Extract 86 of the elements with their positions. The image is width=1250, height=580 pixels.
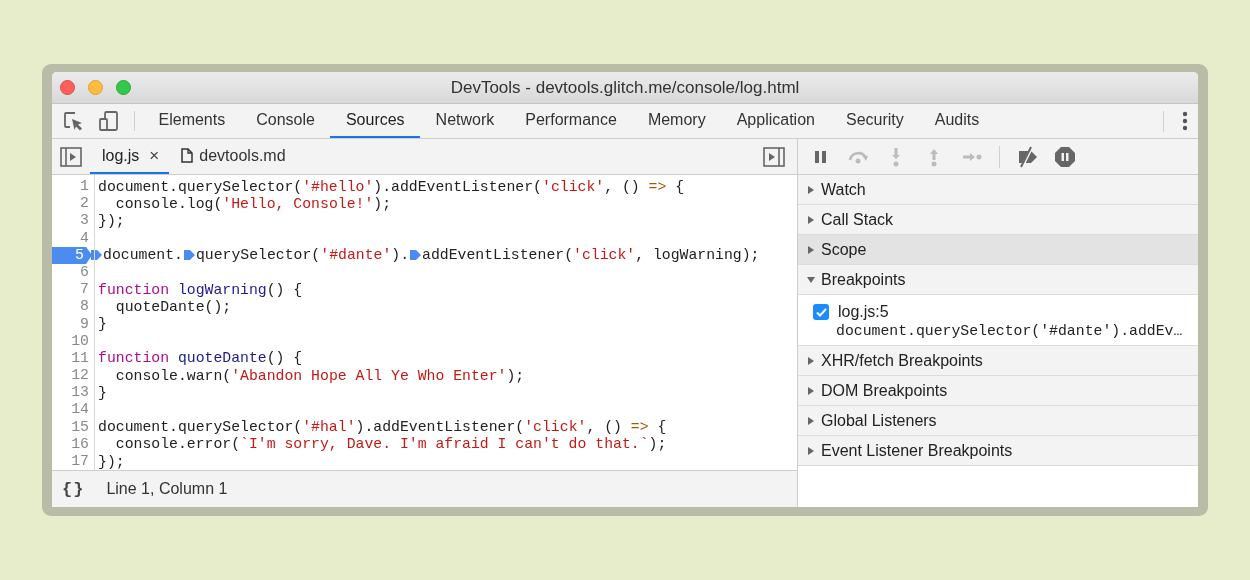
- file-tab-label: devtools.md: [199, 146, 286, 165]
- sidebar-section-header[interactable]: XHR/fetch Breakpoints: [798, 346, 1198, 376]
- line-number[interactable]: 4: [52, 229, 94, 247]
- breakpoint-code: document.querySelector('#dante').addEv…: [836, 323, 1184, 339]
- line-number[interactable]: 12: [52, 367, 94, 385]
- file-tab[interactable]: log.js ×: [90, 139, 170, 174]
- file-icon: [181, 148, 194, 163]
- debugger-toggle-icon[interactable]: [763, 146, 785, 167]
- line-number[interactable]: 10: [52, 332, 94, 350]
- sidebar-section-header[interactable]: Call Stack: [798, 205, 1198, 235]
- line-number[interactable]: 14: [52, 401, 94, 419]
- expand-triangle-icon[interactable]: [807, 185, 815, 194]
- section-title: XHR/fetch Breakpoints: [821, 351, 983, 370]
- section-title: Global Listeners: [821, 411, 937, 430]
- expand-triangle-icon[interactable]: [807, 245, 815, 254]
- pause-on-exceptions-icon[interactable]: [1054, 145, 1076, 168]
- panel-tab[interactable]: Application: [721, 104, 831, 138]
- check-icon: [815, 307, 827, 317]
- line-number[interactable]: 8: [52, 298, 94, 316]
- code-line: console.error(`I'm sorry, Dave. I'm afraid I can't do that.`);: [114, 436, 667, 453]
- line-number[interactable]: 16: [52, 435, 94, 453]
- sidebar-section-header[interactable]: Breakpoints: [798, 265, 1198, 295]
- panel-tab[interactable]: Elements: [143, 104, 241, 138]
- code-line: console.log('Hello, Console!');: [114, 195, 392, 212]
- close-window-button[interactable]: [60, 80, 75, 95]
- window-title: DevTools - devtools.glitch.me/console/log.html: [450, 77, 800, 97]
- pretty-print-button[interactable]: {}: [60, 479, 87, 499]
- code-line: }: [98, 316, 107, 333]
- code-line: document.querySelector('#hal').addEventListener('click', () => {: [98, 419, 667, 436]
- sidebar-section-header[interactable]: DOM Breakpoints: [798, 376, 1198, 406]
- deactivate-breakpoints-icon[interactable]: [1016, 145, 1038, 168]
- more-menu-icon[interactable]: [1182, 111, 1188, 131]
- line-number[interactable]: 3: [52, 212, 94, 230]
- line-number[interactable]: 7: [52, 281, 94, 299]
- inspect-icon[interactable]: [62, 110, 84, 132]
- expand-triangle-icon[interactable]: [807, 356, 815, 365]
- navigator-toggle-icon[interactable]: [60, 146, 82, 167]
- code-line: document.: [103, 247, 183, 264]
- code-line: querySelector('#dante').: [195, 247, 410, 264]
- panel-tab[interactable]: Console: [240, 104, 331, 138]
- code-line: });: [98, 453, 125, 470]
- panel-tab[interactable]: Audits: [919, 104, 995, 138]
- file-tab[interactable]: devtools.md: [169, 139, 296, 174]
- line-number[interactable]: 17: [52, 453, 94, 470]
- expand-triangle-icon[interactable]: [807, 416, 815, 425]
- panel-tab[interactable]: Memory: [632, 104, 722, 138]
- section-title: Event Listener Breakpoints: [821, 441, 1013, 460]
- panel-tab[interactable]: Performance: [509, 104, 633, 138]
- section-title: Watch: [821, 180, 866, 199]
- line-number[interactable]: 2: [52, 195, 94, 213]
- sidebar-section-header[interactable]: Watch: [798, 175, 1198, 205]
- code-line: document.querySelector('#hello').addEventListener('click', () => {: [98, 178, 685, 195]
- line-number[interactable]: 13: [52, 384, 94, 402]
- sidebar-section-header[interactable]: Event Listener Breakpoints: [798, 436, 1198, 466]
- code-line: console.warn('Abandon Hope All Ye Who Enter');: [114, 367, 525, 384]
- section-title: DOM Breakpoints: [821, 381, 948, 400]
- line-number[interactable]: 1: [52, 178, 94, 196]
- expand-triangle-icon[interactable]: [807, 215, 815, 224]
- section-title: Scope: [821, 240, 867, 259]
- code-line: function logWarning() {: [98, 281, 303, 298]
- expand-triangle-icon[interactable]: [807, 386, 815, 395]
- code-line: });: [98, 212, 125, 229]
- collapse-triangle-icon[interactable]: [807, 275, 815, 284]
- file-tab-label: log.js: [102, 146, 140, 165]
- device-icon[interactable]: [98, 110, 120, 132]
- breakpoint-checkbox[interactable]: [813, 304, 829, 320]
- code-line: quoteDante();: [114, 298, 232, 315]
- code-line: }: [98, 384, 107, 401]
- section-title: Call Stack: [821, 210, 894, 229]
- cursor-position: Line 1, Column 1: [106, 480, 228, 498]
- line-number[interactable]: 6: [52, 263, 94, 282]
- breakpoint-location: log.js:5: [838, 303, 890, 321]
- line-number[interactable]: 11: [52, 349, 94, 368]
- code-line: addEventListener('click', logWarning);: [422, 247, 760, 264]
- code-line: function quoteDante() {: [98, 350, 303, 367]
- section-title: Breakpoints: [821, 270, 906, 289]
- sidebar-section-header[interactable]: Global Listeners: [798, 406, 1198, 436]
- line-number[interactable]: 15: [52, 418, 94, 436]
- panel-tab[interactable]: Security: [830, 104, 920, 138]
- expand-triangle-icon[interactable]: [807, 446, 815, 455]
- panel-tab[interactable]: Network: [420, 104, 510, 138]
- inline-breakpoint-icon[interactable]: [410, 249, 422, 262]
- close-tab-button[interactable]: ×: [149, 145, 160, 166]
- inline-breakpoint-icon[interactable]: [183, 249, 195, 262]
- line-number[interactable]: 9: [52, 315, 94, 333]
- sidebar-section-header[interactable]: Scope: [798, 235, 1198, 265]
